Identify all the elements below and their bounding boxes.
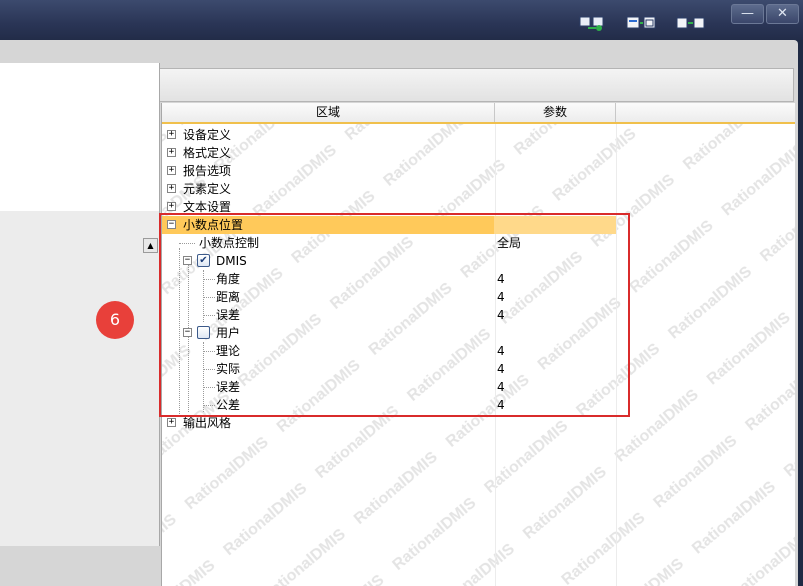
- annotation-highlight-box: [159, 213, 630, 417]
- machine-link-icon[interactable]: [579, 14, 605, 32]
- expand-icon[interactable]: +: [167, 148, 176, 157]
- machine-sync-icon[interactable]: [676, 14, 705, 32]
- expand-icon[interactable]: +: [167, 130, 176, 139]
- tree-row-format-definition[interactable]: + 格式定义: [162, 144, 616, 162]
- window-layout-icon[interactable]: [626, 14, 656, 32]
- row-label: 报告选项: [183, 164, 232, 178]
- close-button[interactable]: ✕: [766, 4, 799, 24]
- step-badge: 6: [96, 301, 134, 339]
- row-label: 设备定义: [183, 128, 232, 142]
- expand-icon[interactable]: +: [167, 202, 176, 211]
- column-header-parameter[interactable]: 参数: [495, 103, 616, 122]
- left-list-pane: [0, 63, 160, 211]
- title-bar: — ✕: [0, 0, 803, 40]
- row-label: 输出风格: [183, 416, 232, 430]
- column-header-region[interactable]: 区域: [162, 103, 495, 122]
- scroll-up-button[interactable]: ▲: [143, 238, 158, 253]
- left-lower-pane: [0, 211, 160, 546]
- expand-icon[interactable]: +: [167, 184, 176, 193]
- grid-header: 区域 参数: [162, 103, 795, 124]
- tree-row-element-definition[interactable]: + 元素定义: [162, 180, 616, 198]
- tree-row-report-options[interactable]: + 报告选项: [162, 162, 616, 180]
- expand-icon[interactable]: +: [167, 166, 176, 175]
- minimize-button[interactable]: —: [731, 4, 764, 24]
- tree-row-device-definition[interactable]: + 设备定义: [162, 126, 616, 144]
- row-label: 元素定义: [183, 182, 232, 196]
- expand-icon[interactable]: +: [167, 418, 176, 427]
- row-label: 格式定义: [183, 146, 232, 160]
